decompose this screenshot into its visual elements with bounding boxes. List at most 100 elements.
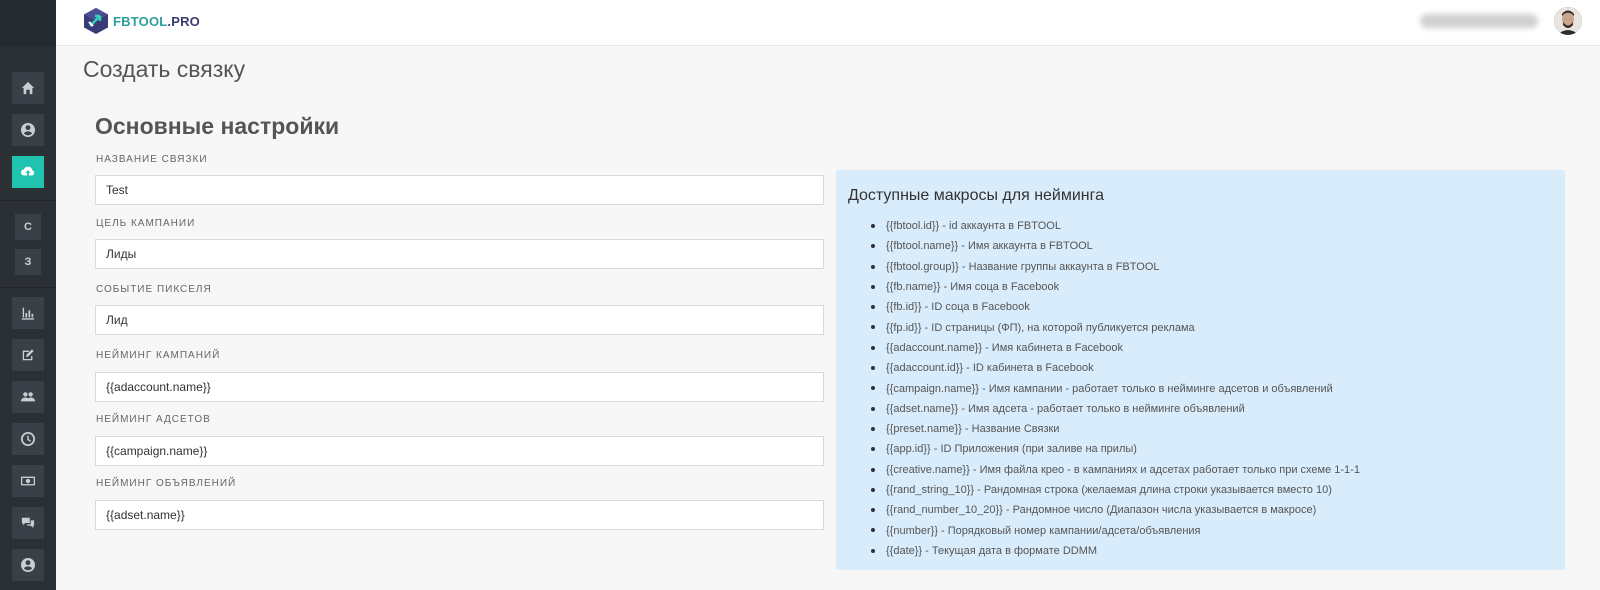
sidebar-item-home[interactable] — [12, 72, 44, 104]
macro-code: {{adaccount.id}} — [886, 362, 964, 375]
macro-item: {{creative.name}} - Имя файла крео - в к… — [836, 460, 1360, 480]
macro-item: {{date}} - Текущая дата в формате DDMM — [836, 541, 1360, 561]
bar-chart-icon — [21, 307, 35, 320]
macro-description: - Имя кампании - работает только в нейми… — [978, 382, 1333, 395]
top-header: FBTOOL.PRO — [56, 0, 1600, 46]
field-label-ad-naming: НЕЙМИНГ ОБЪЯВЛЕНИЙ — [96, 478, 237, 489]
field-label-bundle-name: НАЗВАНИЕ СВЯЗКИ — [96, 154, 208, 165]
sidebar-divider — [0, 287, 56, 288]
macro-item: {{fbtool.id}} - id аккаунта в FBTOOL — [836, 216, 1360, 236]
macro-description: - Имя кабинета в Facebook — [982, 341, 1124, 354]
field-label-adset-naming: НЕЙМИНГ АДСЕТОВ — [96, 414, 211, 425]
macro-code: {{fp.id}} — [886, 321, 922, 334]
macro-item: {{number}} - Порядковый номер кампании/а… — [836, 520, 1360, 540]
macro-item: {{fbtool.name}} - Имя аккаунта в FBTOOL — [836, 236, 1360, 256]
campaign-naming-input[interactable]: {{adaccount.name}} — [95, 372, 824, 402]
user-name-blurred[interactable] — [1420, 14, 1538, 28]
clock-icon — [21, 432, 35, 446]
user-circle-icon — [21, 558, 35, 572]
sidebar-item-support[interactable] — [12, 507, 44, 539]
macro-description: - Название Связки — [961, 423, 1060, 436]
macro-item: {{adset.name}} - Имя адсета - работает т… — [836, 399, 1360, 419]
sidebar: С З — [0, 0, 56, 590]
sidebar-item-edit[interactable] — [12, 339, 44, 371]
macro-code: {{fbtool.group}} — [886, 260, 959, 273]
macro-description: - Имя файла крео - в кампаниях и адсетах… — [969, 463, 1360, 476]
macro-description: - Рандомная строка (желаемая длина строк… — [974, 484, 1332, 496]
macro-item: {{fb.name}} - Имя соца в Facebook — [836, 277, 1360, 297]
sidebar-item-history[interactable] — [12, 423, 44, 455]
sidebar-item-profile[interactable] — [12, 114, 44, 146]
page-title: Создать связку — [83, 56, 246, 82]
macro-description: - Имя адсета - работает только в нейминг… — [958, 402, 1245, 415]
macros-list: {{fbtool.id}} - id аккаунта в FBTOOL {{fb… — [836, 216, 1360, 561]
fbtool-logo-icon — [84, 8, 108, 34]
macro-code: {{date}} — [886, 544, 923, 557]
field-label-pixel-event: СОБЫТИЕ ПИКСЕЛЯ — [96, 284, 212, 295]
macro-code: {{fb.id}} — [886, 301, 922, 314]
edit-icon — [22, 349, 34, 361]
macro-description: - Название группы аккаунта в FBTOOL — [958, 260, 1160, 273]
macro-description: - Текущая дата в формате DDMM — [922, 544, 1098, 557]
macros-title: Доступные макросы для нейминга — [848, 187, 1105, 204]
campaign-goal-select[interactable]: Лиды — [95, 239, 824, 269]
logo-text: FBTOOL.PRO — [113, 14, 200, 29]
logo-text-domain: .PRO — [167, 13, 200, 29]
macro-code: {{campaign.name}} — [886, 382, 979, 395]
macro-item: {{fbtool.group}} - Название группы аккау… — [836, 257, 1360, 277]
macro-code: {{rand_string_10}} — [886, 484, 975, 496]
sidebar-top-strip — [0, 0, 56, 46]
macro-code: {{fbtool.name}} — [886, 240, 959, 253]
adset-naming-input[interactable]: {{campaign.name}} — [95, 436, 824, 466]
field-label-campaign-naming: НЕЙМИНГ КАМПАНИЙ — [96, 350, 221, 361]
macro-item: {{rand_number_10_20}} - Рандомное число … — [836, 500, 1360, 520]
logo-text-brand: FBTOOL — [113, 13, 168, 29]
sidebar-item-letter-s[interactable]: С — [15, 214, 41, 240]
home-icon — [21, 81, 35, 95]
field-label-campaign-goal: ЦЕЛЬ КАМПАНИИ — [96, 218, 196, 229]
cloud-upload-icon — [21, 166, 35, 176]
pixel-event-select[interactable]: Лид — [95, 305, 824, 335]
macro-code: {{adaccount.name}} — [886, 341, 983, 354]
macro-code: {{fb.name}} — [886, 281, 941, 294]
avatar-image — [1554, 7, 1582, 35]
macro-item: {{campaign.name}} - Имя кампании - работ… — [836, 378, 1360, 398]
sidebar-divider — [0, 200, 56, 201]
users-icon — [21, 392, 35, 402]
sidebar-item-upload[interactable] — [12, 156, 44, 188]
avatar[interactable] — [1554, 7, 1582, 35]
naming-macros-panel: Доступные макросы для нейминга {{fbtool.… — [836, 170, 1565, 570]
macro-code: {{fbtool.id}} — [886, 220, 940, 233]
macro-description: - ID кабинета в Facebook — [963, 362, 1094, 375]
macro-item: {{adaccount.name}} - Имя кабинета в Face… — [836, 338, 1360, 358]
sidebar-item-letter-z[interactable]: З — [15, 249, 41, 275]
macro-item: {{fp.id}} - ID страницы (ФП), на которой… — [836, 317, 1360, 337]
macro-code: {{creative.name}} — [886, 463, 970, 476]
macro-description: - Порядковый номер кампании/адсета/объяв… — [938, 524, 1201, 537]
bundle-name-input[interactable]: Test — [95, 175, 824, 205]
sidebar-item-users[interactable] — [12, 381, 44, 413]
macro-description: - Имя соца в Facebook — [940, 281, 1060, 294]
app-logo[interactable]: FBTOOL.PRO — [83, 7, 200, 35]
ad-naming-input[interactable]: {{adset.name}} — [95, 500, 824, 530]
macro-description: - ID страницы (ФП), на которой публикует… — [921, 321, 1195, 334]
macro-item: {{rand_string_10}} - Рандомная строка (ж… — [836, 480, 1360, 500]
macro-item: {{fb.id}} - ID соца в Facebook — [836, 297, 1360, 317]
macro-item: {{adaccount.id}} - ID кабинета в Faceboo… — [836, 358, 1360, 378]
macro-item: {{app.id}} - ID Приложения (при заливе н… — [836, 439, 1360, 459]
macro-description: - Рандомное число (Диапазон числа указыв… — [1002, 504, 1317, 517]
sidebar-item-statistics[interactable] — [12, 297, 44, 329]
macro-description: - ID соца в Facebook — [921, 301, 1030, 314]
macro-code: {{app.id}} — [886, 443, 931, 456]
user-circle-icon — [21, 123, 35, 137]
macro-item: {{preset.name}} - Название Связки — [836, 419, 1360, 439]
sidebar-item-account[interactable] — [12, 549, 44, 581]
money-icon — [21, 476, 35, 486]
comments-icon — [21, 517, 35, 528]
section-title: Основные настройки — [95, 113, 340, 139]
macro-description: - ID Приложения (при заливе на прилы) — [930, 443, 1137, 456]
sidebar-item-billing[interactable] — [12, 465, 44, 497]
macro-description: - id аккаунта в FBTOOL — [939, 220, 1061, 233]
macro-code: {{adset.name}} — [886, 402, 959, 415]
macro-code: {{rand_number_10_20}} — [886, 504, 1003, 517]
